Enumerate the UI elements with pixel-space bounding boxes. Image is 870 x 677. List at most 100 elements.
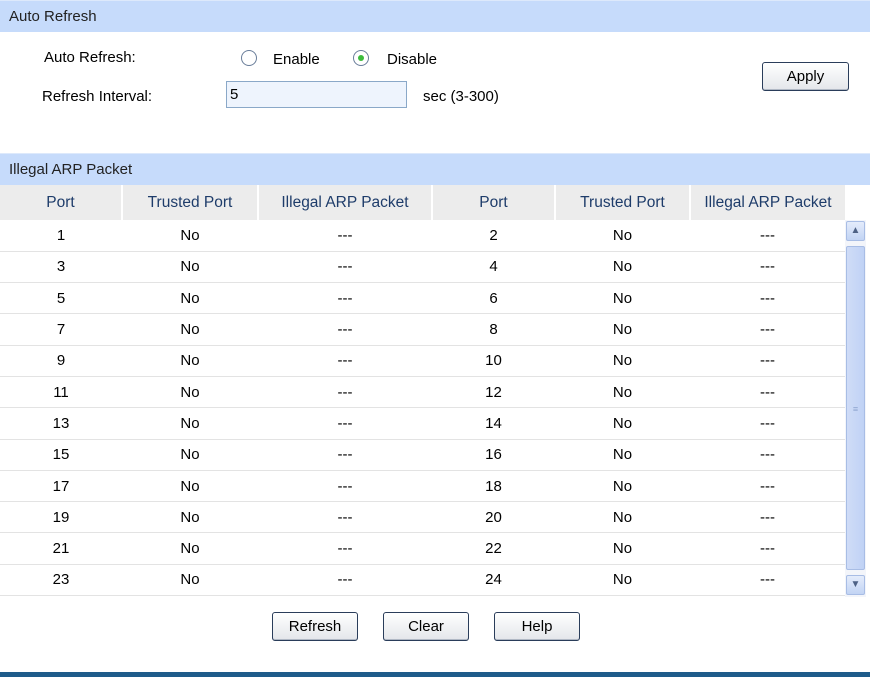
- table-row: 3 No --- 4 No ---: [0, 251, 845, 284]
- table-cell: 23: [0, 564, 122, 597]
- table-cell: ---: [258, 407, 432, 440]
- table-cell: 14: [432, 407, 555, 440]
- table-scrollbar[interactable]: ▲ ≡ ▼: [845, 220, 866, 597]
- table-row: 5 No --- 6 No ---: [0, 282, 845, 315]
- table-cell: No: [122, 439, 258, 471]
- table-cell: ---: [690, 439, 845, 471]
- table-cell: 1: [0, 220, 122, 252]
- table-cell: No: [555, 407, 690, 440]
- auto-refresh-section-header: Auto Refresh: [0, 0, 870, 32]
- table-row: 13 No --- 14 No ---: [0, 407, 845, 440]
- table-cell: ---: [690, 470, 845, 503]
- column-header: Trusted Port: [554, 185, 690, 220]
- table-cell: No: [555, 564, 690, 597]
- table-cell: 13: [0, 407, 122, 440]
- table-cell: ---: [258, 470, 432, 503]
- table-cell: 19: [0, 501, 122, 534]
- table-cell: ---: [258, 345, 432, 377]
- table-row: 7 No --- 8 No ---: [0, 313, 845, 346]
- bottom-divider: [0, 672, 870, 677]
- table-cell: No: [122, 564, 258, 597]
- column-header: Illegal ARP Packet: [257, 185, 432, 220]
- table-cell: 5: [0, 282, 122, 315]
- table-cell: ---: [690, 251, 845, 284]
- table-cell: ---: [690, 220, 845, 252]
- table-cell: No: [555, 313, 690, 346]
- table-cell: ---: [258, 220, 432, 252]
- disable-radio[interactable]: [353, 50, 369, 66]
- table-cell: 18: [432, 470, 555, 503]
- table-cell: ---: [690, 313, 845, 346]
- table-cell: 16: [432, 439, 555, 471]
- refresh-interval-hint: sec (3-300): [423, 88, 499, 105]
- table-cell: ---: [690, 501, 845, 534]
- enable-radio[interactable]: [241, 50, 257, 66]
- table-row: 15 No --- 16 No ---: [0, 439, 845, 471]
- table-cell: No: [122, 282, 258, 315]
- enable-label[interactable]: Enable: [273, 51, 320, 68]
- table-cell: 12: [432, 376, 555, 409]
- table-cell: ---: [258, 564, 432, 597]
- table-cell: No: [122, 407, 258, 440]
- scroll-up-icon[interactable]: ▲: [846, 221, 865, 241]
- table-cell: ---: [258, 313, 432, 346]
- table-cell: No: [122, 532, 258, 565]
- table-cell: ---: [690, 564, 845, 597]
- table-cell: 2: [432, 220, 555, 252]
- table-cell: No: [122, 313, 258, 346]
- table-cell: 11: [0, 376, 122, 409]
- table-cell: ---: [690, 376, 845, 409]
- table-cell: 22: [432, 532, 555, 565]
- table-cell: 8: [432, 313, 555, 346]
- table-cell: No: [122, 470, 258, 503]
- help-button[interactable]: Help: [494, 612, 580, 641]
- column-header: Port: [0, 185, 122, 220]
- table-cell: 7: [0, 313, 122, 346]
- scroll-down-icon[interactable]: ▼: [846, 575, 865, 595]
- clear-button[interactable]: Clear: [383, 612, 469, 641]
- table-row: 19 No --- 20 No ---: [0, 501, 845, 534]
- table-cell: 4: [432, 251, 555, 284]
- scroll-thumb[interactable]: ≡: [846, 246, 865, 570]
- table-row: 9 No --- 10 No ---: [0, 345, 845, 377]
- table-cell: 17: [0, 470, 122, 503]
- table-cell: No: [555, 501, 690, 534]
- table-cell: 9: [0, 345, 122, 377]
- table-cell: No: [122, 220, 258, 252]
- apply-button[interactable]: Apply: [762, 62, 849, 91]
- table-cell: ---: [258, 376, 432, 409]
- table-row: 23 No --- 24 No ---: [0, 564, 845, 597]
- table-row: 11 No --- 12 No ---: [0, 376, 845, 409]
- table-cell: No: [555, 251, 690, 284]
- table-cell: No: [555, 470, 690, 503]
- table-cell: 3: [0, 251, 122, 284]
- table-row: 17 No --- 18 No ---: [0, 470, 845, 503]
- table-cell: ---: [258, 439, 432, 471]
- table-cell: ---: [258, 532, 432, 565]
- table-cell: 24: [432, 564, 555, 597]
- table-row: 1 No --- 2 No ---: [0, 220, 845, 252]
- table-cell: No: [555, 345, 690, 377]
- table-cell: No: [555, 376, 690, 409]
- column-header: Illegal ARP Packet: [689, 185, 845, 220]
- table-cell: No: [122, 345, 258, 377]
- table-cell: No: [122, 376, 258, 409]
- auto-refresh-label: Auto Refresh:: [44, 49, 136, 66]
- table-cell: No: [555, 220, 690, 252]
- illegal-arp-section-header: Illegal ARP Packet: [0, 153, 870, 185]
- table-cell: ---: [690, 532, 845, 565]
- refresh-button[interactable]: Refresh: [272, 612, 358, 641]
- table-cell: 15: [0, 439, 122, 471]
- table-cell: No: [555, 532, 690, 565]
- table-cell: No: [555, 282, 690, 315]
- table-cell: ---: [690, 345, 845, 377]
- refresh-interval-label: Refresh Interval:: [42, 88, 153, 105]
- table-cell: 10: [432, 345, 555, 377]
- table-cell: No: [122, 501, 258, 534]
- table-cell: 21: [0, 532, 122, 565]
- disable-label[interactable]: Disable: [387, 51, 437, 68]
- illegal-arp-table: Port Trusted Port Illegal ARP Packet Port Tr…: [0, 185, 845, 597]
- column-header: Trusted Port: [121, 185, 258, 220]
- refresh-interval-input[interactable]: 5: [226, 81, 407, 108]
- table-row: 21 No --- 22 No ---: [0, 532, 845, 565]
